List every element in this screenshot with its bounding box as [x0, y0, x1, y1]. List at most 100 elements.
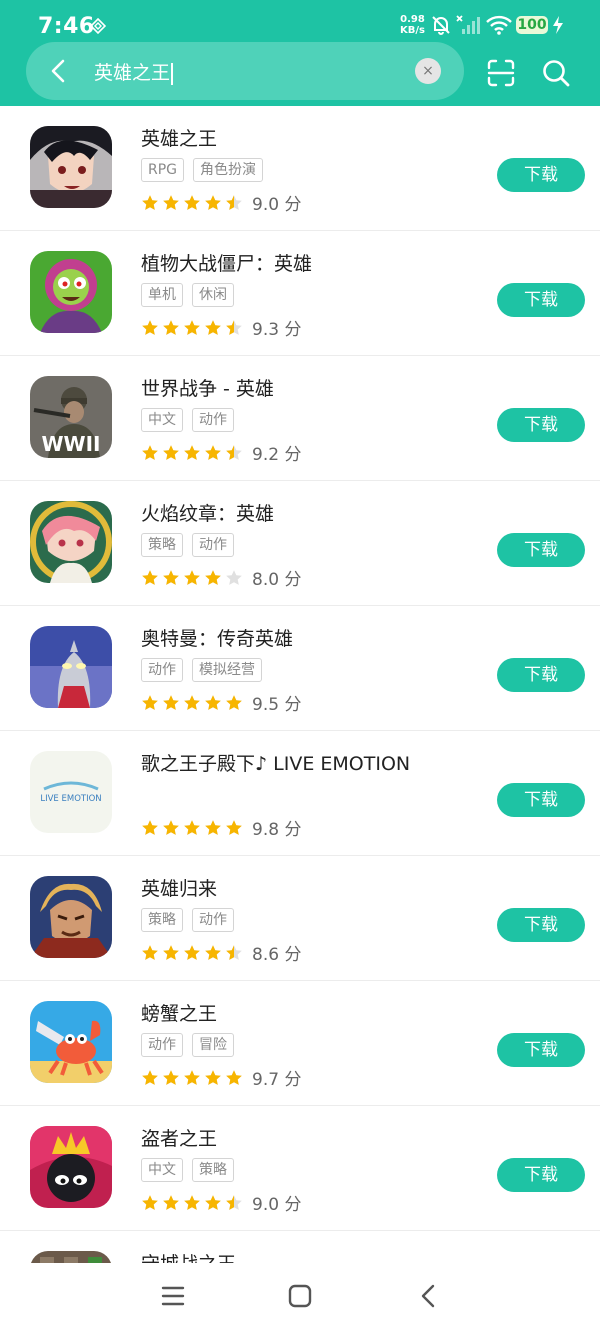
scan-icon[interactable] — [486, 58, 516, 88]
back-icon[interactable] — [416, 1283, 442, 1309]
star-full-icon — [205, 1194, 221, 1210]
list-item[interactable]: 守城战之王 — [0, 1231, 600, 1263]
download-button[interactable]: 下载 — [497, 783, 585, 817]
stars — [141, 1067, 246, 1086]
network-speed: 0.98 KB/s — [400, 14, 425, 36]
star-full-icon — [142, 569, 158, 585]
rating-score: 9.3 分 — [252, 320, 302, 340]
tag-list: 动作 冒险 — [141, 1033, 243, 1057]
list-item[interactable]: 英雄之王 RPG 角色扮演 9.0 分 下载 — [0, 106, 600, 231]
tag: 角色扮演 — [193, 158, 264, 182]
rating-score: 9.8 分 — [252, 820, 302, 840]
rating-score: 9.0 分 — [252, 195, 302, 215]
list-item[interactable]: LIVE EMOTION 歌之王子殿下♪ LIVE EMOTION 9.8 分 … — [0, 731, 600, 856]
rating-score: 9.2 分 — [252, 445, 302, 465]
download-button[interactable]: 下载 — [497, 408, 585, 442]
star-full-icon — [163, 444, 179, 460]
star-full-icon — [184, 319, 200, 335]
star-rating: 9.5 分 — [141, 690, 301, 715]
network-diamond-icon — [90, 18, 106, 34]
stars — [141, 567, 246, 586]
download-button[interactable]: 下载 — [497, 1158, 585, 1192]
star-full-icon — [142, 694, 158, 710]
stars — [141, 1192, 246, 1211]
star-full-icon — [205, 319, 221, 335]
charging-icon — [553, 16, 563, 34]
recent-apps-icon[interactable] — [160, 1283, 186, 1309]
castle-king-icon — [30, 1251, 112, 1263]
star-full-icon — [163, 194, 179, 210]
anime-hero-icon — [30, 126, 112, 208]
tag-list: 动作 模拟经营 — [141, 658, 271, 682]
muted-bell-icon — [432, 16, 450, 35]
list-item[interactable]: 植物大战僵尸：英雄 单机 休闲 9.3 分 下载 — [0, 231, 600, 356]
stars — [141, 942, 246, 961]
app-name: 盗者之王 — [141, 1128, 218, 1150]
search-results-list: 英雄之王 RPG 角色扮演 9.0 分 下载 植物大战僵尸：英雄 单机 休闲 9… — [0, 106, 600, 1263]
tag-list: 中文 动作 — [141, 408, 243, 432]
app-name: 歌之王子殿下♪ LIVE EMOTION — [141, 753, 411, 775]
stars — [141, 692, 246, 711]
network-speed-value: 0.98 — [400, 14, 425, 25]
download-button[interactable]: 下载 — [497, 658, 585, 692]
list-item[interactable]: 奥特曼：传奇英雄 动作 模拟经营 9.5 分 下载 — [0, 606, 600, 731]
live-emotion-logo-icon: LIVE EMOTION — [30, 751, 112, 833]
stars — [141, 442, 246, 461]
star-rating: 9.3 分 — [141, 315, 302, 340]
battery-indicator: 100 — [516, 16, 548, 34]
rating-score: 9.0 分 — [252, 1195, 302, 1215]
star-full-icon — [226, 1069, 242, 1085]
star-full-icon — [142, 194, 158, 210]
list-item[interactable]: 火焰纹章：英雄 策略 动作 8.0 分 下载 — [0, 481, 600, 606]
back-arrow-icon[interactable] — [44, 56, 74, 86]
warrior-hero-icon — [30, 876, 112, 958]
star-full-icon — [226, 819, 242, 835]
star-full-icon — [184, 1069, 200, 1085]
tag: 单机 — [141, 283, 183, 307]
star-empty-icon — [226, 569, 242, 585]
star-half-icon — [226, 1194, 242, 1210]
star-full-icon — [142, 1194, 158, 1210]
star-full-icon — [163, 944, 179, 960]
app-header: 7:46 0.98 KB/s 100 英雄之王 × — [0, 0, 600, 106]
star-rating: 9.7 分 — [141, 1065, 302, 1090]
star-full-icon — [142, 819, 158, 835]
clear-search-button[interactable]: × — [415, 58, 441, 84]
tag: 中文 — [141, 408, 183, 432]
star-full-icon — [163, 1194, 179, 1210]
download-button[interactable]: 下载 — [497, 908, 585, 942]
list-item[interactable]: 螃蟹之王 动作 冒险 9.7 分 下载 — [0, 981, 600, 1106]
star-full-icon — [205, 569, 221, 585]
star-rating: 9.0 分 — [141, 1190, 302, 1215]
app-name: 火焰纹章：英雄 — [141, 503, 275, 525]
search-icon[interactable] — [541, 58, 571, 88]
search-query: 英雄之王 — [94, 62, 171, 84]
ultraman-icon — [30, 626, 112, 708]
tag: 动作 — [192, 908, 234, 932]
star-half-icon — [226, 444, 242, 460]
live-emotion-label: LIVE EMOTION — [40, 794, 101, 804]
star-full-icon — [142, 1069, 158, 1085]
rating-score: 9.7 分 — [252, 1070, 302, 1090]
tag: 策略 — [141, 533, 183, 557]
download-button[interactable]: 下载 — [497, 283, 585, 317]
list-item[interactable]: WWII 世界战争 - 英雄 中文 动作 9.2 分 下载 — [0, 356, 600, 481]
star-half-icon — [226, 319, 242, 335]
zombie-plant-icon — [30, 251, 112, 333]
wifi-icon — [486, 15, 512, 35]
list-item[interactable]: 英雄归来 策略 动作 8.6 分 下载 — [0, 856, 600, 981]
download-button[interactable]: 下载 — [497, 533, 585, 567]
home-icon[interactable] — [287, 1283, 313, 1309]
crab-king-icon — [30, 1001, 112, 1083]
download-button[interactable]: 下载 — [497, 158, 585, 192]
tag: 休闲 — [192, 283, 234, 307]
search-input[interactable]: 英雄之王 — [94, 58, 174, 85]
stars — [141, 192, 246, 211]
star-full-icon — [163, 319, 179, 335]
star-half-icon — [226, 194, 242, 210]
search-bar: 英雄之王 × — [26, 42, 464, 100]
tag: RPG — [141, 158, 185, 182]
star-full-icon — [142, 319, 158, 335]
list-item[interactable]: 盗者之王 中文 策略 9.0 分 下载 — [0, 1106, 600, 1231]
download-button[interactable]: 下载 — [497, 1033, 585, 1067]
